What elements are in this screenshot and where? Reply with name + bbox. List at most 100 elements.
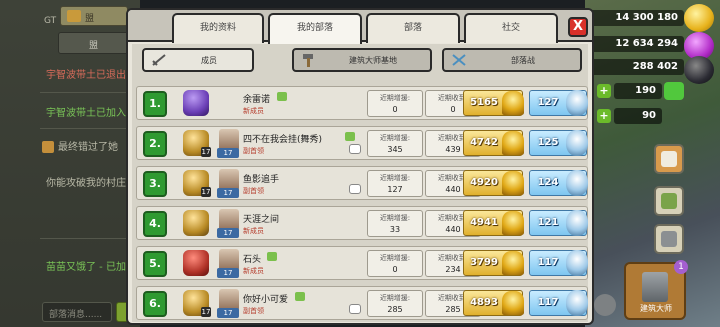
chat-divider [40, 128, 140, 129]
received-stat: 近期增援: 33 [367, 210, 423, 237]
member-name: 四不在我会挂(舞秀) [243, 135, 323, 145]
builder-gems-amount: 90 [614, 108, 662, 124]
builder-button[interactable]: 建筑大师 1 [624, 260, 688, 320]
tab-social[interactable]: 社交 [464, 13, 558, 43]
subtab-label: 部落战 [511, 56, 535, 65]
add-gems-button[interactable]: + [597, 84, 611, 98]
builder-badge: 1 [674, 260, 688, 274]
members-content: 成员 建筑大师基地 部落战 1. 余雷诺 新成员 近期增援: 0 近期收到: 0 5… [132, 44, 588, 322]
member-role: 副首领 [243, 187, 264, 195]
chat-top-button[interactable]: 盟 [60, 6, 128, 26]
clan-window: 我的资料 我的部落 部落 社交 X 成员 建筑大师基地 部落战 1. 余雷诺 新… [126, 8, 594, 325]
subtab-builder-base[interactable]: 建筑大师基地 [292, 48, 432, 72]
close-button[interactable]: X [568, 17, 588, 37]
versus-box: 127 [529, 90, 588, 116]
chat-input[interactable]: 部落消息...... [42, 302, 112, 322]
versus-box: 124 [529, 170, 588, 196]
versus-box: 117 [529, 250, 588, 276]
attack-button[interactable] [654, 224, 684, 254]
versus-count: 121 [537, 217, 559, 228]
bh-level: 17 [217, 308, 239, 318]
member-list: 1. 余雷诺 新成员 近期增援: 0 近期收到: 0 5165 127 2. 17 … [136, 86, 588, 326]
rank-badge: 5. [143, 251, 167, 277]
gear-icon[interactable] [594, 294, 616, 316]
member-role: 副首领 [243, 307, 264, 315]
versus-count: 124 [537, 177, 559, 188]
member-row[interactable]: 5. 17 石头 新成员 近期增援: 0 近期收到: 234 3799 117 [136, 246, 588, 280]
th-level: 17 [201, 147, 211, 157]
chat-top-label: GT [44, 16, 57, 26]
chat-top-button-label: 盟 [85, 14, 95, 24]
stat-label: 近期增援: [379, 214, 411, 222]
stat-value: 127 [387, 185, 403, 194]
th-level: 17 [201, 187, 211, 197]
status-icon [267, 252, 277, 261]
versus-count: 117 [537, 297, 559, 308]
bh-level: 17 [217, 268, 239, 278]
chat-tab-button[interactable]: 盟 [58, 32, 130, 54]
trophy-count: 4893 [470, 297, 498, 308]
status-icon [277, 92, 287, 101]
trophy-box: 4941 [463, 210, 524, 236]
hammer-icon [303, 54, 313, 67]
trophy-icon [502, 251, 524, 275]
member-name: 你好小可爱 [243, 295, 289, 305]
member-row[interactable]: 2. 17 17 四不在我会挂(舞秀) 副首领 近期增援: 345 近期收到: 43… [136, 126, 588, 160]
chat-toggle-button[interactable] [654, 144, 684, 174]
subtab-members[interactable]: 成员 [142, 48, 254, 72]
dark-elixir-icon [684, 56, 714, 84]
tab-my-profile[interactable]: 我的资料 [172, 13, 264, 43]
clan-badge-icon [67, 10, 81, 22]
chat-bubble-icon [349, 304, 361, 314]
tab-my-clan[interactable]: 我的部落 [268, 13, 362, 44]
chat-tab-label: 盟 [89, 41, 99, 51]
bh-level: 17 [217, 228, 239, 238]
tab-clans[interactable]: 部落 [366, 13, 460, 43]
trophy-box: 5165 [463, 90, 524, 116]
received-stat: 近期增援: 127 [367, 170, 423, 197]
versus-count: 117 [537, 257, 559, 268]
trophy-count: 4742 [470, 137, 498, 148]
rank-badge: 3. [143, 171, 167, 197]
builder-label: 建筑大师 [640, 304, 672, 313]
status-icon [345, 132, 355, 141]
bh-level: 17 [217, 188, 239, 198]
trophy-count: 3799 [470, 257, 498, 268]
gems-amount: 190 [614, 83, 662, 99]
gold-icon [684, 4, 714, 32]
chat-message: 你能攻破我的村庄吗 [46, 178, 136, 189]
trophy-box: 3799 [463, 250, 524, 276]
trophy-box: 4920 [463, 170, 524, 196]
member-row[interactable]: 6. 17 17 你好小可爱 副首领 近期增援: 285 近期收到: 285 489… [136, 286, 588, 320]
trophy-icon [502, 91, 524, 115]
stat-label: 近期增援: [379, 134, 411, 142]
th-level: 17 [201, 307, 211, 317]
add-builder-gems-button[interactable]: + [597, 109, 611, 123]
subtab-clan-war[interactable]: 部落战 [442, 48, 582, 72]
trophy-box: 4742 [463, 130, 524, 156]
member-row[interactable]: 4. 17 天涯之间 新成员 近期增援: 33 近期收到: 440 4941 121 [136, 206, 588, 240]
shop-button[interactable] [654, 186, 684, 216]
shop-icon [661, 193, 677, 209]
game-screen: { "chat": { "top_label": "GT", "top_butt… [0, 0, 720, 327]
chat-message: 苗苗又饿了 - 已加入 [46, 262, 136, 273]
member-name: 余雷诺 [243, 95, 271, 105]
stat-value: 0 [392, 265, 398, 274]
chat-input-placeholder: 部落消息...... [49, 310, 103, 320]
versus-box: 125 [529, 130, 588, 156]
stat-label: 近期增援: [379, 94, 411, 102]
trophy-box: 4893 [463, 290, 524, 316]
received-stat: 近期增援: 285 [367, 290, 423, 317]
received-stat: 近期增援: 0 [367, 90, 423, 117]
trophy-icon [502, 131, 524, 155]
stat-value: 0 [392, 105, 398, 114]
chat-divider [40, 92, 140, 93]
versus-count: 125 [537, 137, 559, 148]
chat-message: 最终错过了她 [58, 142, 118, 153]
member-name: 石头 [243, 255, 262, 265]
shield-icon [566, 90, 588, 116]
member-row[interactable]: 1. 余雷诺 新成员 近期增援: 0 近期收到: 0 5165 127 [136, 86, 588, 120]
subtab-label: 成员 [201, 56, 217, 65]
received-stat: 近期增援: 0 [367, 250, 423, 277]
member-row[interactable]: 3. 17 17 鱼影追手 副首领 近期增援: 127 近期收到: 440 4920… [136, 166, 588, 200]
